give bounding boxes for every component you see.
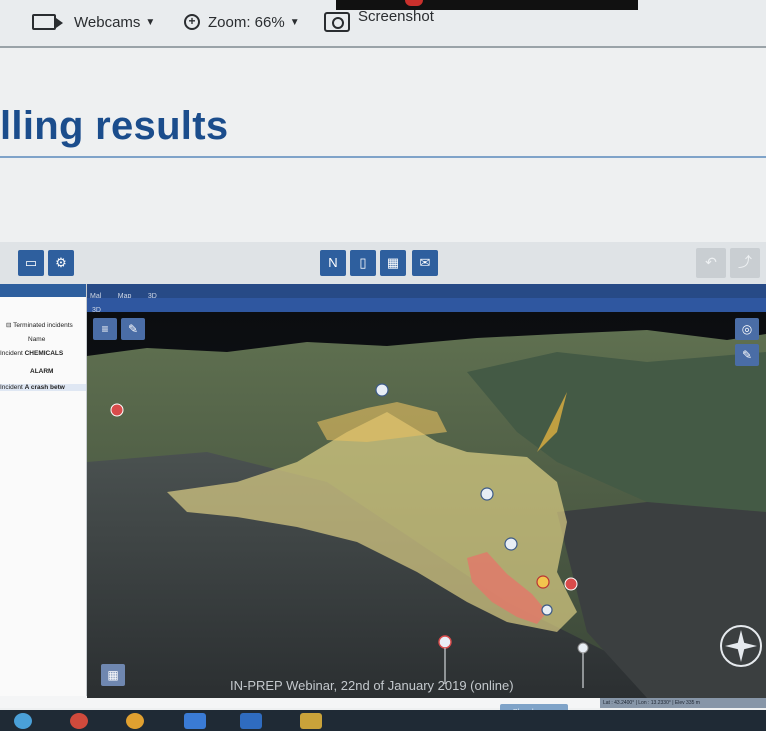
list-item[interactable]: Incident A crash betw: [0, 384, 86, 391]
map-mode-button[interactable]: N: [320, 250, 346, 276]
slide-title: lling results: [0, 104, 229, 148]
ruler-button[interactable]: ✎: [121, 318, 145, 340]
screenshot-button[interactable]: Screenshot: [324, 7, 434, 34]
window-icon[interactable]: [184, 713, 206, 729]
incident-prefix: Incident: [0, 384, 23, 391]
panel-section-label: Terminated incidents: [13, 322, 73, 329]
edit-map-button[interactable]: ✎: [735, 344, 759, 366]
webcam-icon: [32, 14, 63, 30]
map-option-button[interactable]: ◎: [735, 318, 759, 340]
webinar-toolbar: Webcams ▼ + Zoom: 66% ▼ Screenshot: [0, 0, 766, 48]
incident-name: CHEMICALS: [24, 350, 64, 357]
webcams-menu[interactable]: Webcams ▼: [32, 10, 155, 34]
chevron-down-icon: ▼: [289, 16, 300, 28]
screenshot-label: Screenshot: [358, 7, 434, 25]
slide-footer: IN-PREP Webinar, 22nd of January 2019 (o…: [230, 678, 514, 693]
app-toolbar: ▭ ⚙ N ▯ ▦ ✉ ↶ ⤴: [0, 242, 766, 284]
panel-header-bar: [0, 284, 86, 297]
grid-button[interactable]: ▦: [380, 250, 406, 276]
message-button[interactable]: ✉: [412, 250, 438, 276]
incident-name: A crash betw: [24, 384, 65, 391]
embedded-map-application: ▭ ⚙ N ▯ ▦ ✉ ↶ ⤴ Mal Map 3D 3D ⊟ Terminat…: [0, 242, 766, 722]
chevron-down-icon: ▼: [145, 16, 156, 28]
webcams-label: Webcams: [74, 13, 141, 31]
app-icon[interactable]: [126, 713, 144, 729]
panel-section-header[interactable]: ⊟ Terminated incidents: [0, 321, 92, 329]
vehicle-button[interactable]: ⚙: [48, 250, 74, 276]
list-item[interactable]: Incident CHEMICALS: [0, 350, 86, 357]
start-icon[interactable]: [14, 713, 32, 729]
undo-button[interactable]: ↶: [696, 248, 726, 278]
camera-icon: [324, 12, 350, 32]
window-button[interactable]: ▭: [18, 250, 44, 276]
presentation-slide: lling results ▭ ⚙ N ▯ ▦ ✉ ↶ ⤴ Mal Map 3D…: [0, 48, 766, 722]
overlay-bar: [336, 0, 638, 10]
zoom-menu[interactable]: + Zoom: 66% ▼: [184, 10, 300, 34]
title-divider: [0, 156, 766, 158]
incident-prefix: Incident: [0, 350, 23, 357]
incident-name: ALARM: [30, 368, 54, 375]
map-grid-button[interactable]: ▦: [101, 664, 125, 686]
share-button[interactable]: ⤴: [730, 248, 760, 278]
folder-icon[interactable]: [300, 713, 322, 729]
os-taskbar: [0, 710, 766, 731]
layers-button[interactable]: ≡: [93, 318, 117, 340]
terrain-3d-map[interactable]: ≡ ✎ ◎ ✎ ▦: [87, 312, 766, 698]
coordinates-readout: Lat : 43.2400° | Lon : 13.2330° | Elev 3…: [600, 698, 766, 708]
clipboard-button[interactable]: ▯: [350, 250, 376, 276]
terrain-render: [87, 312, 766, 698]
view-tabs: Mal Map 3D: [86, 284, 766, 300]
zoom-label: Zoom: 66%: [208, 13, 285, 31]
zoom-in-icon: +: [184, 14, 200, 30]
chrome-icon[interactable]: [70, 713, 88, 729]
sub-tabs: 3D: [86, 298, 766, 314]
incident-panel: ⊟ Terminated incidents Name Incident CHE…: [0, 284, 87, 696]
word-icon[interactable]: [240, 713, 262, 729]
